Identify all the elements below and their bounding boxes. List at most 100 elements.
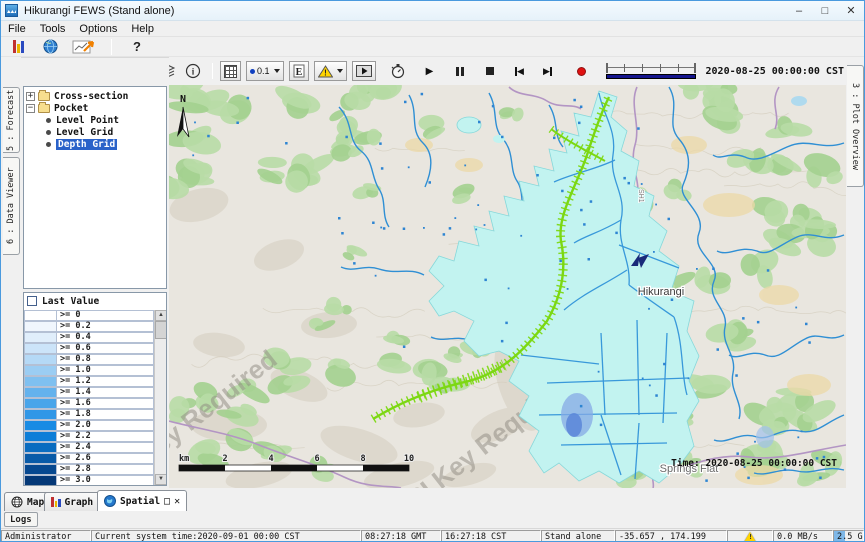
legend-row[interactable]: >= 0.8: [24, 354, 154, 365]
main-toolbar: ?: [1, 37, 864, 57]
globe-grid-icon: [11, 496, 23, 508]
svg-text:6: 6: [314, 454, 319, 464]
tree-node-level-point[interactable]: Level Point: [24, 114, 166, 126]
legend-row[interactable]: >= 1.6: [24, 398, 154, 409]
legend-row[interactable]: >= 1.0: [24, 365, 154, 376]
scroll-thumb[interactable]: [155, 321, 167, 339]
legend-color-swatch: [24, 420, 56, 431]
map-time-label: Time: 2020-08-25 00:00:00 CST: [671, 458, 837, 469]
legend-color-swatch: [24, 310, 56, 321]
svg-text:E: E: [295, 67, 302, 78]
loaded-period-bar: [606, 74, 696, 79]
legend-row[interactable]: >= 3.0: [24, 475, 154, 486]
interval-dropdown[interactable]: 0.1: [246, 61, 284, 81]
warnings-dropdown[interactable]: !: [314, 61, 347, 81]
last-value-checkbox[interactable]: [27, 296, 37, 306]
collapse-icon[interactable]: −: [26, 104, 35, 113]
legend-row[interactable]: >= 2.6: [24, 453, 154, 464]
status-data-rate: 0.0 MB/s: [773, 530, 833, 542]
map-viewport[interactable]: API Key Required API Key Required: [169, 85, 846, 488]
globe-icon[interactable]: [38, 36, 62, 58]
minimize-button[interactable]: –: [786, 1, 812, 20]
scroll-up-icon[interactable]: ▲: [155, 310, 167, 321]
menu-help[interactable]: Help: [124, 23, 161, 35]
menu-tools[interactable]: Tools: [33, 23, 73, 35]
legend-color-swatch: [24, 431, 56, 442]
stopwatch-icon[interactable]: [386, 60, 410, 82]
play-button[interactable]: ▶: [418, 60, 442, 82]
time-slider[interactable]: [606, 60, 696, 82]
title-bar: Hikurangi FEWS (Stand alone) – □ ✕: [1, 1, 864, 21]
svg-text:N: N: [180, 94, 186, 105]
legend-color-swatch: [24, 332, 56, 343]
bottom-tab-bar: Map Graph Spatial □ ✕: [1, 488, 864, 511]
tab-graph[interactable]: Graph: [44, 492, 100, 511]
forecast-chart-icon[interactable]: [70, 36, 98, 58]
tab-maximize-icon[interactable]: □: [164, 496, 170, 507]
right-tab-strip: 3 : Plot Overview: [846, 57, 865, 488]
tab-plot-overview[interactable]: 3 : Plot Overview: [847, 65, 864, 187]
maximize-button[interactable]: □: [812, 1, 838, 20]
legend-class-label: >= 0.2: [56, 321, 154, 332]
legend-scrollbar[interactable]: ▲ ▼: [154, 310, 166, 485]
globe-icon: [104, 495, 116, 507]
svg-text:!: !: [324, 68, 327, 77]
grid-toggle-button[interactable]: [220, 61, 241, 81]
skip-to-end-button[interactable]: ▶: [536, 60, 560, 82]
legend-class-label: >= 1.4: [56, 387, 154, 398]
legend-row[interactable]: >= 1.8: [24, 409, 154, 420]
status-memory: 2.5 GB: [833, 530, 864, 542]
legend-row[interactable]: >= 0: [24, 310, 154, 321]
legend-row[interactable]: >= 2.8: [24, 464, 154, 475]
legend-class-label: >= 2.2: [56, 431, 154, 442]
legend-row[interactable]: >= 1.4: [24, 387, 154, 398]
legend-class-label: >= 2.8: [56, 464, 154, 475]
legend-class-list: >= 0>= 0.2>= 0.4>= 0.6>= 0.8>= 1.0>= 1.2…: [24, 310, 154, 485]
tab-forecast[interactable]: 5 : Forecast: [3, 87, 20, 153]
tree-node-cross-section[interactable]: + Cross-section: [24, 90, 166, 102]
expand-icon[interactable]: +: [26, 92, 35, 101]
legend-color-swatch: [24, 475, 56, 486]
tab-logs[interactable]: Logs: [4, 512, 38, 527]
tab-close-icon[interactable]: ✕: [174, 496, 180, 507]
current-time-label: 2020-08-25 00:00:00 CST: [706, 66, 844, 77]
tree-node-depth-grid[interactable]: Depth Grid: [24, 138, 166, 150]
explorer-icon[interactable]: [6, 36, 30, 58]
legend-color-swatch: [24, 343, 56, 354]
status-warning[interactable]: [727, 530, 773, 542]
folder-icon: [38, 104, 50, 113]
scroll-down-icon[interactable]: ▼: [155, 474, 167, 485]
info-icon[interactable]: i: [181, 60, 205, 82]
legend-class-label: >= 0: [56, 310, 154, 321]
legend-button[interactable]: E: [289, 61, 309, 81]
tree-node-level-grid[interactable]: Level Grid: [24, 126, 166, 138]
menu-options[interactable]: Options: [72, 23, 124, 35]
tab-spatial[interactable]: Spatial □ ✕: [97, 490, 187, 511]
legend-row[interactable]: >= 2.0: [24, 420, 154, 431]
flood-patch: [457, 117, 481, 133]
left-tab-strip: 5 : Forecast 6 : Data Viewer: [1, 57, 21, 488]
menu-file[interactable]: File: [1, 23, 33, 35]
animate-button[interactable]: [352, 61, 376, 81]
close-button[interactable]: ✕: [838, 1, 864, 20]
help-icon[interactable]: ?: [125, 36, 149, 58]
legend-row[interactable]: >= 2.2: [24, 431, 154, 442]
skip-to-start-button[interactable]: ◀: [508, 60, 532, 82]
legend-row[interactable]: >= 0.6: [24, 343, 154, 354]
legend-color-swatch: [24, 376, 56, 387]
label-hikurangi: Hikurangi: [638, 286, 684, 298]
legend-row[interactable]: >= 0.4: [24, 332, 154, 343]
legend-row[interactable]: >= 0.2: [24, 321, 154, 332]
node-bullet-icon: [46, 130, 51, 135]
legend-row[interactable]: >= 2.4: [24, 442, 154, 453]
legend-class-label: >= 2.4: [56, 442, 154, 453]
tab-data-viewer[interactable]: 6 : Data Viewer: [3, 157, 20, 255]
legend-row[interactable]: >= 1.2: [24, 376, 154, 387]
stop-button[interactable]: [478, 60, 502, 82]
legend-class-label: >= 0.4: [56, 332, 154, 343]
legend-class-label: >= 1.6: [56, 398, 154, 409]
tree-node-pocket[interactable]: − Pocket: [24, 102, 166, 114]
pause-button[interactable]: [448, 60, 472, 82]
status-local-time: 16:27:18 CST: [441, 530, 541, 542]
record-button[interactable]: [570, 60, 594, 82]
